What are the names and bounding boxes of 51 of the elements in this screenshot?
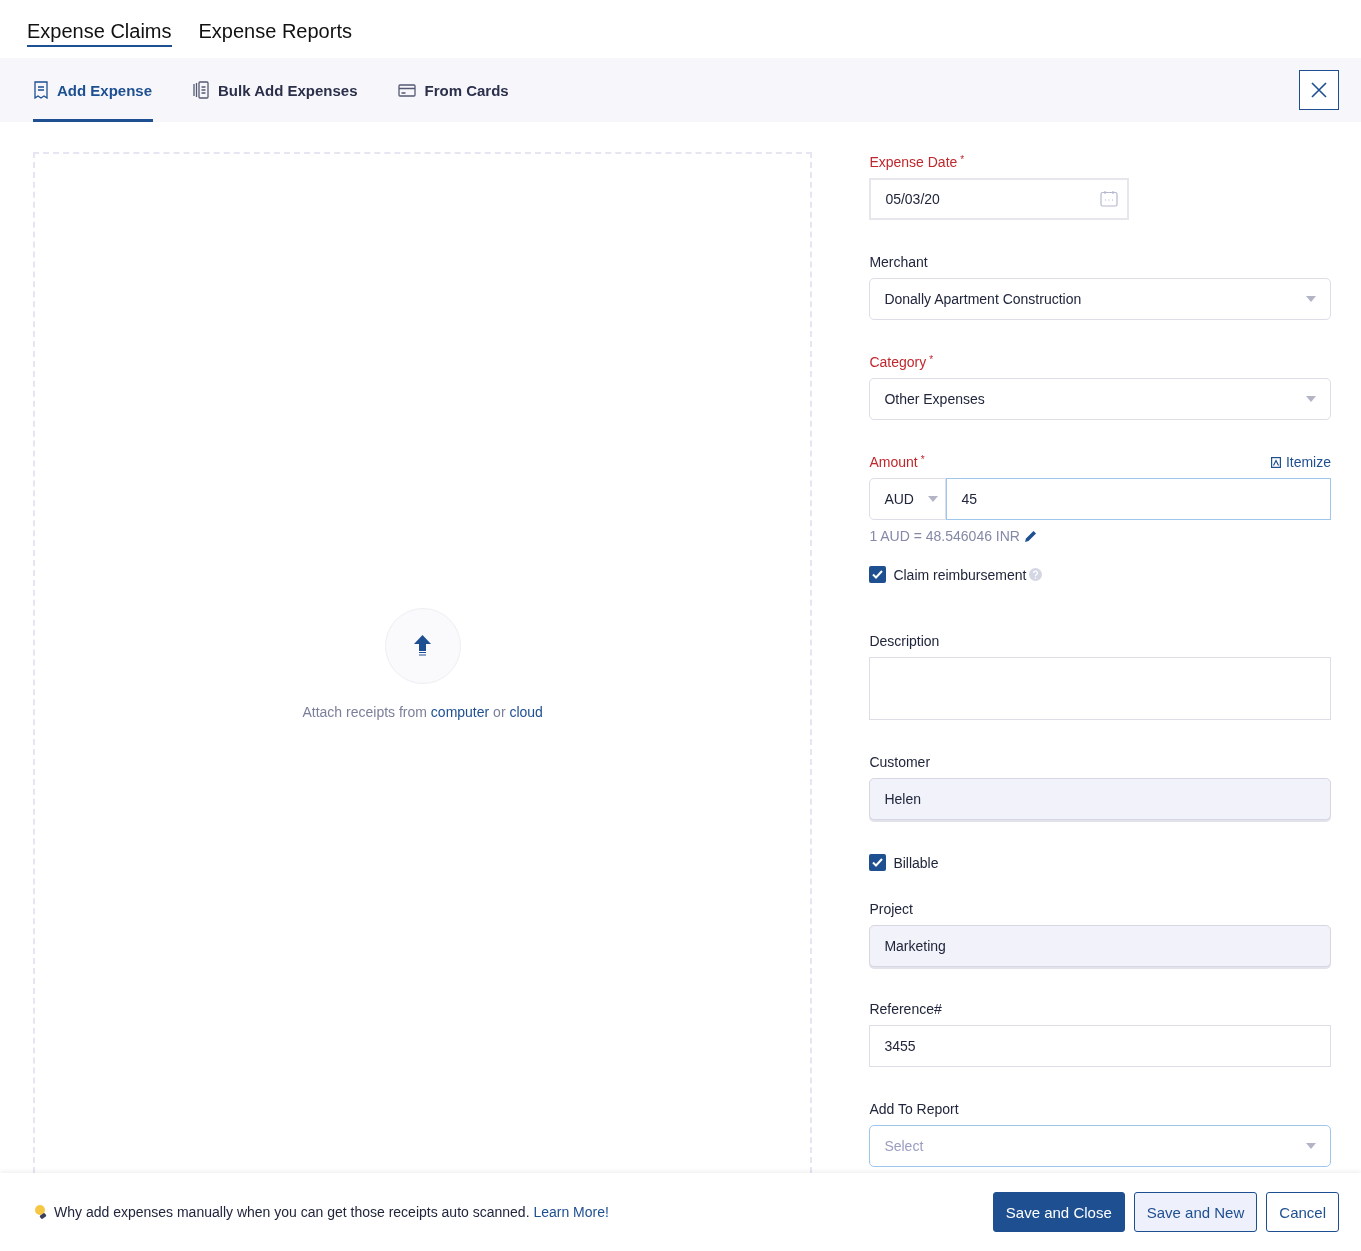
check-icon <box>872 858 884 867</box>
checkbox[interactable] <box>869 854 887 871</box>
field-label: Amount * <box>869 454 925 470</box>
lightbulb-icon <box>34 1204 48 1220</box>
currency-dropdown[interactable]: AUD <box>869 478 947 520</box>
mode-tab[interactable]: Add Expense <box>33 58 154 122</box>
checkbox[interactable] <box>869 566 887 583</box>
field-label: Description <box>869 633 940 649</box>
card-icon <box>397 83 416 97</box>
description-field[interactable] <box>869 657 1331 720</box>
action-button[interactable]: Cancel <box>1266 1192 1339 1232</box>
caret-icon <box>1306 396 1316 402</box>
caret-icon <box>927 496 938 502</box>
learn-more-link[interactable]: Learn More! <box>533 1204 609 1220</box>
exchange-rate: 1 AUD = 48.546046 INR <box>869 528 1020 544</box>
checkbox-label: Claim reimbursement <box>893 566 1027 583</box>
field-label: Customer <box>869 754 931 770</box>
upload-arrow-icon <box>414 634 432 657</box>
date-field[interactable]: 05/03/20 <box>869 178 1130 220</box>
close-button[interactable] <box>1299 70 1339 110</box>
page-tab[interactable]: Expense Claims <box>27 20 172 47</box>
caret-icon <box>1306 296 1316 302</box>
tip-text: Why add expenses manually when you can get those receipts auto scanned. Learn More! <box>54 1204 609 1220</box>
field-label: Reference# <box>869 1001 942 1017</box>
dropdown-field[interactable]: Donally Apartment Construction <box>869 278 1331 320</box>
amount-field[interactable]: 45 <box>946 478 1331 520</box>
close-icon <box>1311 82 1327 98</box>
checkbox-label: Billable <box>893 854 939 871</box>
field-label: Add To Report <box>869 1101 959 1117</box>
mode-tab[interactable]: Bulk Add Expenses <box>191 58 359 122</box>
field-label: Category * <box>869 354 934 370</box>
page-tab[interactable]: Expense Reports <box>198 20 352 47</box>
computer-link[interactable]: computer <box>430 703 490 720</box>
input-field[interactable]: 3455 <box>869 1025 1331 1067</box>
field-label: Merchant <box>869 254 928 270</box>
action-button[interactable]: Save and New <box>1133 1192 1258 1232</box>
pencil-icon[interactable] <box>1025 530 1037 542</box>
upload-instructions: Attach receipts from computer or cloud <box>302 703 543 720</box>
caret-icon <box>1306 1143 1316 1149</box>
dropdown-field[interactable]: Other Expenses <box>869 378 1331 420</box>
action-button[interactable]: Save and Close <box>992 1192 1125 1232</box>
cloud-link[interactable]: cloud <box>509 703 543 720</box>
field-label: Project <box>869 901 913 917</box>
receipt-icon <box>34 81 48 99</box>
itemize-link[interactable]: Itemize <box>1270 454 1331 470</box>
itemize-icon <box>1270 456 1281 468</box>
documents-icon <box>192 81 210 99</box>
check-icon <box>872 570 884 579</box>
calendar-icon <box>1100 190 1119 207</box>
field-label: Expense Date * <box>869 154 965 170</box>
mode-tab[interactable]: From Cards <box>396 58 510 122</box>
